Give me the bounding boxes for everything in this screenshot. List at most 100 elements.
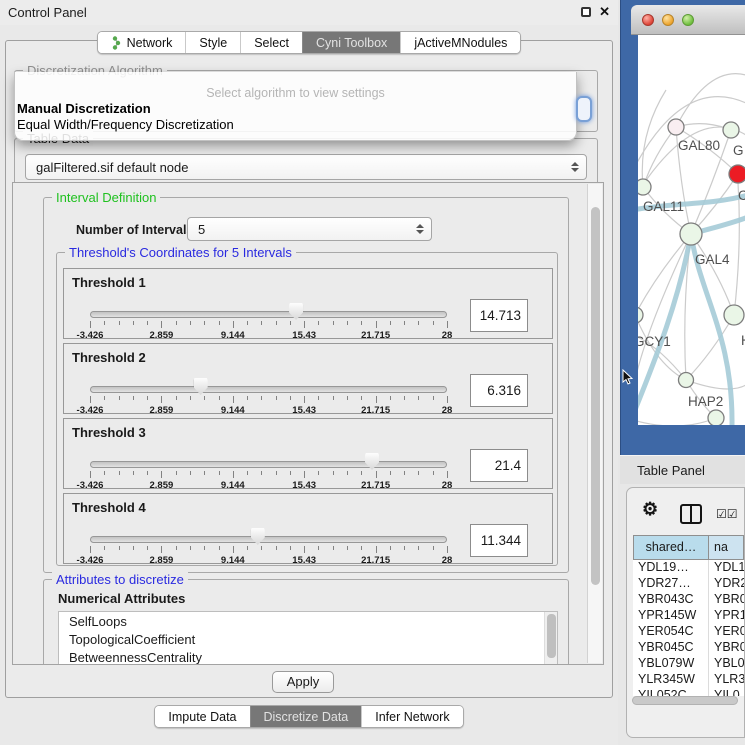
cell[interactable]: YDL1 (709, 560, 744, 576)
number-of-intervals-combobox[interactable]: 5 (187, 217, 432, 241)
threshold-3-slider[interactable]: -3.4262.8599.14415.4321.71528 (90, 453, 447, 495)
table-row[interactable]: YIL052CYIL0 (633, 688, 744, 696)
cell[interactable]: YER0 (709, 624, 744, 640)
tab-infer-network[interactable]: Infer Network (361, 706, 462, 727)
cell[interactable]: YBR043C (633, 592, 709, 608)
table-row[interactable]: YBL079WYBL0 (633, 656, 744, 672)
table-row[interactable]: YBR043CYBR0 (633, 592, 744, 608)
table-row[interactable]: YDL19…YDL1 (633, 560, 744, 576)
cell[interactable]: YDR2 (709, 576, 744, 592)
cell[interactable]: YPR1 (709, 608, 744, 624)
table-data-combobox[interactable]: galFiltered.sif default node (25, 154, 587, 180)
threshold-4-value-field[interactable]: 11.344 (470, 524, 528, 557)
table-horizontal-scrollbar-thumb[interactable] (632, 696, 738, 705)
node-gcy1[interactable] (638, 307, 643, 323)
slider-track[interactable] (90, 461, 447, 468)
threshold-1-value-field[interactable]: 14.713 (470, 299, 528, 332)
tick-mark (404, 321, 405, 325)
list-item[interactable]: TopologicalCoefficient (59, 630, 557, 648)
tab-cyni-toolbox[interactable]: Cyni Toolbox (302, 32, 400, 53)
node-red-selected[interactable] (729, 165, 745, 183)
slider-tickmarks (90, 321, 447, 329)
slider-track[interactable] (90, 536, 447, 543)
cell[interactable]: YLR345W (633, 672, 709, 688)
column-layout-icon[interactable] (680, 504, 702, 524)
list-scrollbar-thumb[interactable] (547, 614, 556, 658)
cell[interactable]: YBL079W (633, 656, 709, 672)
cell[interactable]: YBL0 (709, 656, 744, 672)
tick-mark (247, 396, 248, 400)
node-bottom[interactable] (708, 410, 724, 425)
table-row[interactable]: YBR045CYBR0 (633, 640, 744, 656)
tick-label: 15.43 (292, 405, 316, 416)
threshold-3-value-field[interactable]: 21.4 (470, 449, 528, 482)
node-hap2[interactable] (679, 373, 694, 388)
tick-mark (204, 396, 205, 400)
tab-select[interactable]: Select (240, 32, 302, 53)
bottom-tab-bar: Impute Data Discretize Data Infer Networ… (0, 705, 618, 728)
list-item[interactable]: BetweennessCentrality (59, 648, 557, 665)
slider-track[interactable] (90, 386, 447, 393)
table-row[interactable]: YPR145WYPR1 (633, 608, 744, 624)
node-gal11[interactable] (638, 179, 651, 195)
cell[interactable]: YDL19… (633, 560, 709, 576)
cell[interactable]: YBR045C (633, 640, 709, 656)
tab-style[interactable]: Style (185, 32, 240, 53)
cell[interactable]: YER054C (633, 624, 709, 640)
table-row[interactable]: YER054CYER0 (633, 624, 744, 640)
algorithm-combo-focused-fragment[interactable] (576, 96, 592, 122)
zoom-traffic-light-icon[interactable] (682, 14, 694, 26)
gear-icon[interactable]: ⚙ (642, 499, 658, 520)
node-gal4[interactable] (680, 223, 702, 245)
float-window-icon[interactable] (581, 7, 591, 17)
threshold-4-slider[interactable]: -3.4262.8599.14415.4321.71528 (90, 528, 447, 570)
cell[interactable]: YIL0 (709, 688, 744, 696)
tick-label: 9.144 (221, 405, 245, 416)
threshold-2-slider[interactable]: -3.4262.8599.14415.4321.71528 (90, 378, 447, 420)
list-scrollbar[interactable] (544, 612, 557, 665)
tick-mark (290, 396, 291, 400)
node-top-right[interactable] (723, 122, 739, 138)
node-gal80[interactable] (668, 119, 684, 135)
tab-network[interactable]: Network (98, 32, 186, 53)
tab-discretize-data[interactable]: Discretize Data (250, 706, 362, 727)
threshold-1-slider[interactable]: -3.4262.8599.14415.4321.71528 (90, 303, 447, 345)
tab-jactivemnodules[interactable]: jActiveMNodules (400, 32, 520, 53)
close-traffic-light-icon[interactable] (642, 14, 654, 26)
algorithm-option-equal-width[interactable]: Equal Width/Frequency Discretization (17, 117, 234, 132)
minimize-traffic-light-icon[interactable] (662, 14, 674, 26)
numerical-attributes-list[interactable]: SelfLoops TopologicalCoefficient Between… (58, 611, 558, 665)
combo-stepper-icon (571, 162, 579, 172)
node-h[interactable] (724, 305, 744, 325)
threshold-4-panel: Threshold 4 -3.4262.8599.14415.4321.7152… (63, 493, 553, 564)
panel-scrollbar[interactable] (587, 184, 602, 663)
close-icon[interactable]: ✕ (599, 4, 610, 20)
cell[interactable]: YDR27… (633, 576, 709, 592)
table-row[interactable]: YLR345WYLR3 (633, 672, 744, 688)
tick-mark (304, 321, 305, 328)
tick-mark (304, 396, 305, 403)
table-horizontal-scrollbar[interactable] (632, 696, 741, 706)
apply-button[interactable]: Apply (272, 671, 334, 693)
list-item[interactable]: SelfLoops (59, 612, 557, 630)
algorithm-option-manual[interactable]: Manual Discretization (17, 101, 151, 116)
tab-impute-data[interactable]: Impute Data (155, 706, 249, 727)
table-row[interactable]: YDR27…YDR2 (633, 576, 744, 592)
slider-track[interactable] (90, 311, 447, 318)
network-window-titlebar[interactable] (631, 5, 745, 35)
cell[interactable]: YPR145W (633, 608, 709, 624)
tick-mark (404, 396, 405, 400)
panel-scrollbar-thumb[interactable] (591, 207, 600, 585)
threshold-2-value-field[interactable]: 6.316 (470, 374, 528, 407)
cell[interactable]: YBR0 (709, 592, 744, 608)
tick-mark (204, 471, 205, 475)
cell[interactable]: YIL052C (633, 688, 709, 696)
column-header-name[interactable]: na (709, 535, 744, 560)
network-canvas[interactable]: GAL80 G C GAL11 GAL4 GCY1 H HAP2 (638, 35, 745, 425)
cell[interactable]: YLR3 (709, 672, 744, 688)
table-header-row: shared… na (633, 535, 744, 560)
checkbox-filter-icons[interactable]: ☑☑ (716, 507, 738, 521)
tick-label: -3.426 (77, 405, 104, 416)
column-header-shared[interactable]: shared… (633, 535, 709, 560)
cell[interactable]: YBR0 (709, 640, 744, 656)
